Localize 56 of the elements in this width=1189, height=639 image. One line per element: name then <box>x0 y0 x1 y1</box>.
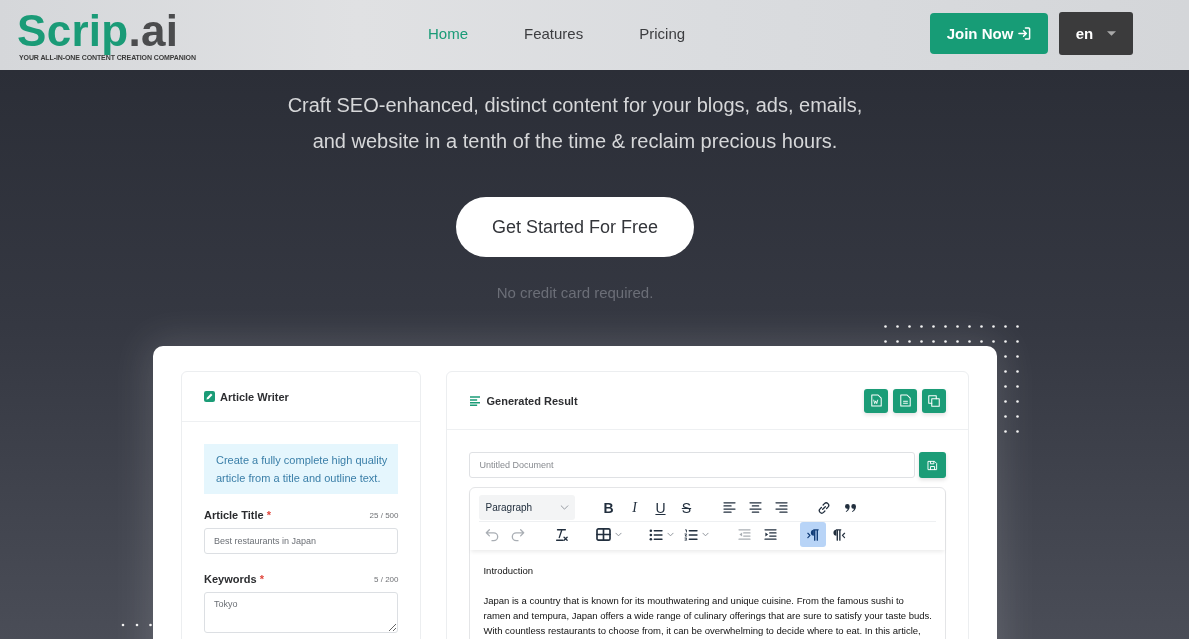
field-label: Keywords * <box>204 573 264 585</box>
pencil-square-icon <box>204 391 215 402</box>
italic-button[interactable]: I <box>621 495 648 520</box>
caret-icon <box>615 532 623 537</box>
undo-icon <box>485 527 500 542</box>
document-button[interactable] <box>893 388 917 413</box>
strikethrough-button[interactable]: S <box>673 495 700 520</box>
content-heading: Introduction <box>483 564 535 578</box>
caret-icon <box>1107 31 1117 36</box>
login-icon <box>1018 27 1032 40</box>
text-lines-icon <box>469 395 482 406</box>
outdent-icon <box>738 529 751 540</box>
document-name-input[interactable]: Untitled Document <box>469 452 915 478</box>
clear-formatting-icon <box>554 527 569 542</box>
caret-icon <box>667 532 675 537</box>
save-button[interactable] <box>919 452 946 478</box>
underline-button[interactable]: U <box>647 495 674 520</box>
table-icon <box>596 528 612 541</box>
field-label: Article Title * <box>204 509 272 521</box>
get-started-button[interactable]: Get Started For Free <box>456 197 694 257</box>
align-right-icon <box>775 502 788 513</box>
text-input[interactable]: Best restaurants in Japan <box>204 528 399 554</box>
word-document-icon <box>870 394 882 407</box>
document-icon <box>899 394 911 407</box>
indent-icon <box>764 529 777 540</box>
numbered-list-icon <box>684 528 699 541</box>
copy-icon <box>928 394 940 407</box>
text-area[interactable]: Tokyo <box>204 592 399 633</box>
save-icon <box>927 459 938 471</box>
chevron-down-icon <box>560 505 570 510</box>
bullet-list-icon <box>649 528 664 541</box>
no-credit-card-note: No credit card required. <box>496 283 654 303</box>
align-center-icon <box>749 502 762 513</box>
word-export-button[interactable] <box>864 388 888 413</box>
redo-icon <box>511 527 526 542</box>
quote-icon <box>845 503 856 512</box>
character-counter: 25 / 500 <box>369 510 399 520</box>
logo-wordmark[interactable]: Scrip.ai <box>17 8 179 53</box>
panel-title: Generated Result <box>486 394 578 407</box>
hero-tagline: Craft SEO-enhanced, distinct content for your blogs, ads, emails, and website in a tenth of the time & reclaim precious hours. <box>287 93 863 154</box>
right-to-left-icon <box>832 528 847 541</box>
panel-title: Article Writer <box>220 390 289 403</box>
nav-link[interactable]: Pricing <box>639 25 686 42</box>
left-to-right-icon <box>806 528 821 541</box>
caret-icon <box>702 532 710 537</box>
info-message: Create a fully complete high quality article from a title and outline text. <box>204 444 399 494</box>
nav-link[interactable]: Features <box>524 25 584 42</box>
block-format-select[interactable]: Paragraph <box>479 495 576 520</box>
language-select[interactable]: en <box>1059 12 1133 55</box>
copy-button[interactable] <box>922 388 946 413</box>
align-left-icon <box>723 502 736 513</box>
character-counter: 5 / 200 <box>374 574 399 584</box>
content-paragraph: Japan is a country that is known for its mouthwatering and unique cuisine. From the famous sushi to ramen and tempura, Japan offers a wide range of culinary offerings that are sure to satisfy your taste buds. With countless restaurants to choose from, it can be overwhelming to decide where to eat. In this article, <box>483 594 932 638</box>
bold-button[interactable]: B <box>595 495 622 520</box>
left-to-right-button[interactable] <box>800 522 827 547</box>
link-icon <box>817 500 832 515</box>
